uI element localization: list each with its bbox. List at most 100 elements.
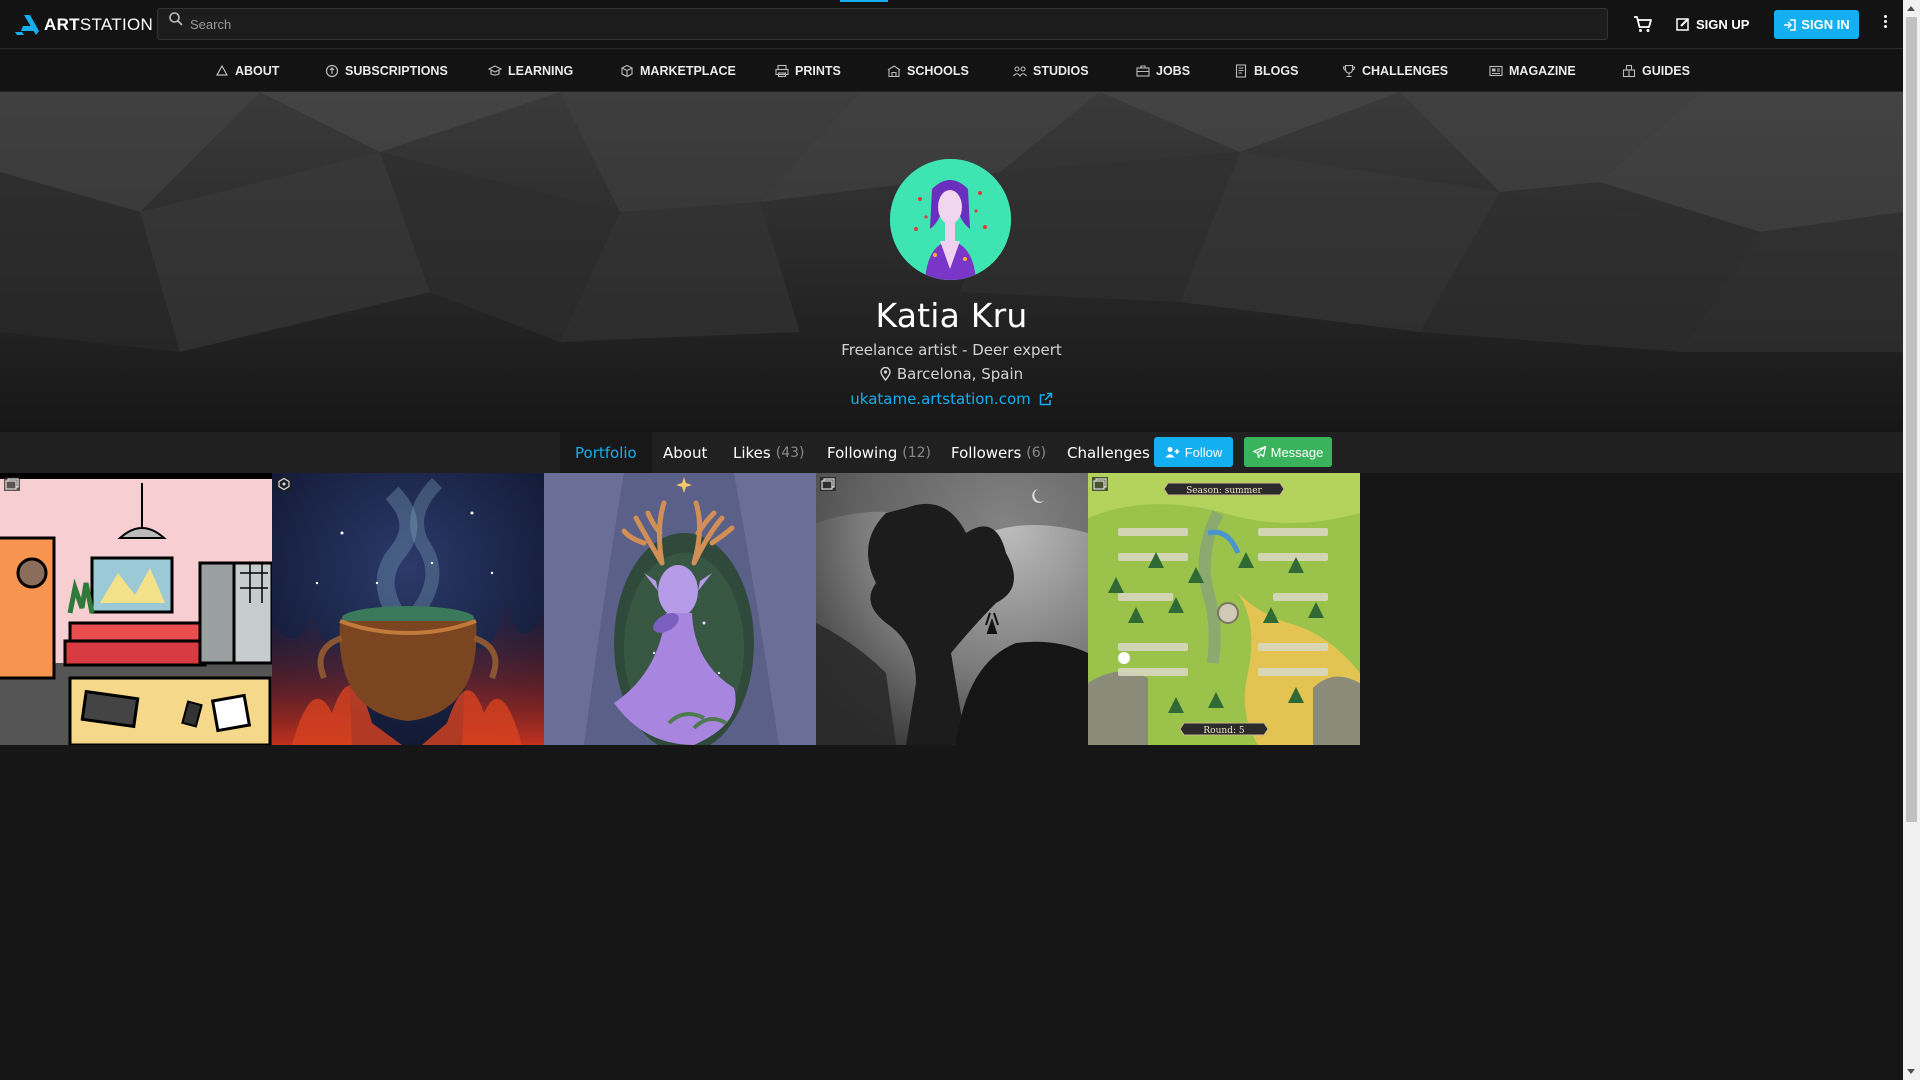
profile-website-link[interactable]: ukatame.artstation.com	[0, 390, 1903, 408]
profile-location: Barcelona, Spain	[0, 365, 1903, 383]
tab-likes-label: Likes	[733, 443, 771, 462]
nav-marketplace[interactable]: MARKETPLACE	[620, 50, 736, 92]
round-banner: Round: 5	[1203, 726, 1244, 736]
cauldron-artwork	[272, 473, 544, 745]
sign-in-button[interactable]: SIGN IN	[1774, 10, 1859, 39]
sign-up-button[interactable]: SIGN UP	[1676, 14, 1749, 34]
blogs-icon	[1235, 64, 1247, 78]
tab-challenges-label: Challenges	[1067, 443, 1150, 462]
nav-jobs[interactable]: JOBS	[1136, 50, 1190, 92]
nav-subscriptions-label: SUBSCRIPTIONS	[345, 64, 448, 78]
image-set-icon	[820, 477, 836, 491]
location-pin-icon	[880, 367, 891, 381]
avatar-portrait	[890, 159, 1011, 280]
gallery-item-cauldron[interactable]	[272, 473, 544, 745]
board-game-artwork: Season: summer Round: 5	[1088, 473, 1360, 745]
sign-in-label: SIGN IN	[1801, 17, 1850, 32]
nav-challenges-label: CHALLENGES	[1362, 64, 1449, 78]
profile-cover: Katia Kru Freelance artist - Deer expert…	[0, 92, 1903, 432]
gallery-item-living-room[interactable]	[0, 473, 272, 745]
nav-marketplace-label: MARKETPLACE	[640, 64, 736, 78]
tab-portfolio-label: Portfolio	[575, 443, 637, 462]
image-set-icon	[4, 477, 20, 491]
message-button-label: Message	[1270, 444, 1324, 460]
tab-challenges[interactable]: Challenges	[1067, 432, 1150, 473]
scroll-thumb[interactable]	[1906, 17, 1917, 822]
website-label: ukatame.artstation.com	[850, 390, 1031, 408]
vertical-dots-icon[interactable]	[1882, 15, 1888, 35]
tab-about[interactable]: About	[663, 432, 707, 473]
external-link-icon	[1039, 392, 1052, 406]
prints-icon	[775, 64, 789, 78]
tab-about-label: About	[663, 443, 708, 462]
season-banner: Season: summer	[1186, 486, 1262, 496]
image-set-icon	[1092, 477, 1108, 491]
likes-count: (43)	[775, 444, 805, 461]
tab-followers[interactable]: Followers (6)	[951, 432, 1046, 473]
following-count: (12)	[902, 444, 931, 461]
nav-guides-label: GUIDES	[1642, 64, 1690, 78]
scroll-down-arrow-icon[interactable]	[1907, 1069, 1915, 1074]
guides-icon	[1622, 64, 1636, 78]
sign-in-icon	[1784, 18, 1797, 31]
message-button[interactable]: Message	[1244, 437, 1332, 467]
paper-plane-icon	[1252, 446, 1266, 458]
nav-schools-label: SCHOOLS	[907, 64, 969, 78]
nav-learning-label: LEARNING	[508, 64, 574, 78]
3d-view-icon	[276, 477, 292, 491]
search-input[interactable]	[190, 15, 1590, 33]
gallery-item-dark-tree[interactable]	[816, 473, 1088, 745]
living-room-artwork	[0, 473, 272, 745]
main-nav: ABOUT SUBSCRIPTIONS LEARNING MARKETPLACE…	[0, 50, 1903, 92]
tab-likes[interactable]: Likes (43)	[733, 432, 804, 473]
gallery-item-purple-deer[interactable]	[544, 473, 816, 745]
avatar[interactable]	[890, 159, 1011, 280]
nav-challenges[interactable]: CHALLENGES	[1342, 50, 1448, 92]
nav-blogs[interactable]: BLOGS	[1234, 50, 1298, 92]
dark-tree-artwork	[816, 473, 1088, 745]
top-accent-line	[840, 0, 888, 2]
scroll-up-arrow-icon[interactable]	[1907, 6, 1915, 11]
logo-text: ARTSTATION	[44, 15, 154, 34]
nav-magazine-label: MAGAZINE	[1509, 64, 1576, 78]
followers-count: (6)	[1026, 444, 1047, 461]
subscriptions-icon	[325, 64, 339, 78]
nav-subscriptions[interactable]: SUBSCRIPTIONS	[325, 50, 448, 92]
location-label: Barcelona, Spain	[896, 365, 1024, 383]
nav-learning[interactable]: LEARNING	[488, 50, 573, 92]
nav-blogs-label: BLOGS	[1254, 64, 1299, 78]
top-bar: ARTSTATION SIGN UP SIGN IN	[0, 0, 1903, 49]
edit-icon	[1676, 18, 1689, 31]
tab-portfolio[interactable]: Portfolio	[560, 432, 652, 473]
follow-button-label: Follow	[1184, 444, 1223, 460]
cart-icon[interactable]	[1633, 14, 1653, 34]
nav-jobs-label: JOBS	[1156, 64, 1191, 78]
profile-tabs: Portfolio About Likes (43) Following (12…	[0, 432, 1903, 473]
tab-followers-label: Followers	[951, 443, 1022, 462]
profile-headline: Freelance artist - Deer expert	[841, 341, 1062, 359]
about-icon	[215, 64, 229, 76]
artstation-logo[interactable]: ARTSTATION	[14, 12, 153, 38]
nav-guides[interactable]: GUIDES	[1622, 50, 1690, 92]
gallery-item-board-game[interactable]: Season: summer Round: 5	[1088, 473, 1360, 745]
follow-button[interactable]: Follow	[1154, 437, 1233, 467]
studios-icon	[1013, 66, 1027, 77]
jobs-icon	[1136, 65, 1150, 77]
nav-magazine[interactable]: MAGAZINE	[1489, 50, 1576, 92]
nav-prints[interactable]: PRINTS	[775, 50, 841, 92]
nav-prints-label: PRINTS	[795, 64, 841, 78]
search-icon	[169, 12, 183, 26]
tab-following-label: Following	[827, 443, 898, 462]
add-user-icon	[1165, 447, 1180, 458]
page-scrollbar[interactable]	[1903, 0, 1920, 1080]
search-bar[interactable]	[157, 8, 1608, 40]
sign-up-label: SIGN UP	[1696, 16, 1750, 32]
nav-about[interactable]: ABOUT	[215, 50, 279, 92]
purple-deer-artwork	[544, 473, 816, 745]
nav-schools[interactable]: SCHOOLS	[887, 50, 969, 92]
nav-studios[interactable]: STUDIOS	[1013, 50, 1089, 92]
tab-following[interactable]: Following (12)	[827, 432, 931, 473]
nav-studios-label: STUDIOS	[1033, 64, 1089, 78]
magazine-icon	[1489, 65, 1503, 77]
marketplace-icon	[621, 64, 633, 78]
